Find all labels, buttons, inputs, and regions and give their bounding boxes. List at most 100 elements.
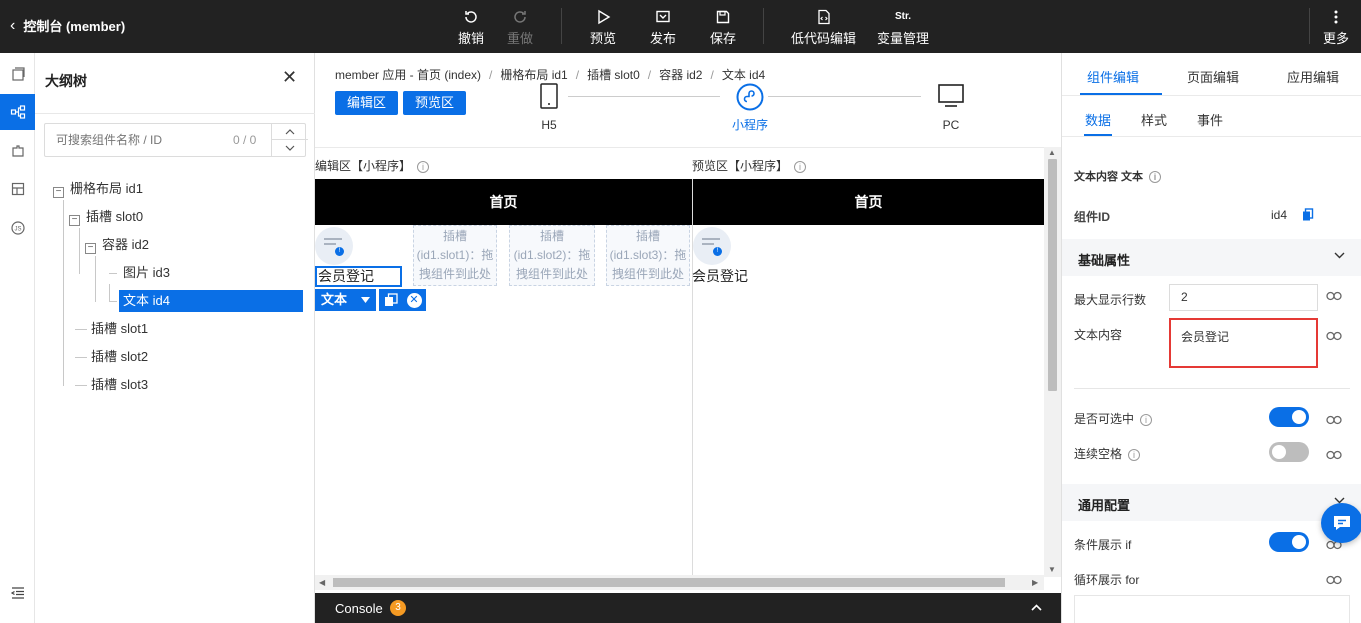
tree-guide-line [109, 273, 117, 274]
chevron-left-icon: ‹ [10, 16, 16, 34]
properties-panel: 组件编辑 页面编辑 应用编辑 数据 样式 事件 文本内容 文本 i 组件ID id… [1061, 53, 1361, 623]
link-icon[interactable] [1326, 573, 1342, 588]
component-id-label: 组件ID [1074, 210, 1111, 224]
publish-button[interactable]: 发布 [650, 6, 676, 47]
image-placeholder-icon[interactable]: ! [315, 227, 353, 265]
variable-manager-button[interactable]: Str. 变量管理 [877, 6, 929, 47]
breadcrumb-item[interactable]: 栅格布局 id1 [500, 68, 567, 82]
info-icon[interactable]: i [794, 161, 807, 173]
copy-icon[interactable] [1302, 208, 1314, 224]
collapse-toggle-icon[interactable]: − [85, 243, 96, 254]
device-label: H5 [541, 118, 557, 132]
info-icon[interactable]: i [1128, 449, 1141, 461]
redo-button[interactable]: 重做 [507, 6, 533, 47]
breadcrumb-item[interactable]: 插槽 slot0 [587, 68, 640, 82]
tree-node-label: 插槽 slot1 [91, 321, 149, 336]
toolbar-divider [763, 8, 764, 44]
tab-component-edit[interactable]: 组件编辑 [1087, 67, 1139, 86]
console-toggle-label[interactable]: Console [335, 601, 383, 616]
preview-area-button[interactable]: 预览区 [403, 91, 467, 115]
slot-dropzone-3[interactable]: 插槽 (id1.slot3)：拖 拽组件到此处 [606, 225, 690, 286]
component-type-dropdown[interactable]: 文本 [315, 289, 376, 311]
delete-component-icon[interactable]: ✕ [406, 292, 422, 308]
preview-button[interactable]: 预览 [590, 6, 616, 47]
vertical-scrollbar[interactable]: ▲ ▼ [1044, 147, 1061, 577]
text-content-textarea[interactable]: 会员登记 [1169, 318, 1318, 368]
breadcrumb-item[interactable]: 文本 id4 [722, 68, 765, 82]
selectable-toggle[interactable] [1269, 407, 1309, 427]
device-miniprogram[interactable]: 小程序 [725, 83, 775, 133]
lowcode-edit-button[interactable]: 低代码编辑 [791, 6, 856, 47]
top-toolbar: ‹ 控制台 (member) 撤销 重做 预览 发布 保存 低代码编辑 Str.… [0, 0, 1361, 53]
more-menu-button[interactable]: 更多 [1323, 6, 1349, 47]
link-icon[interactable] [1326, 289, 1342, 304]
conditional-if-toggle[interactable] [1269, 532, 1309, 552]
info-icon[interactable]: i [1149, 171, 1162, 183]
more-label: 更多 [1323, 31, 1350, 46]
undo-button[interactable]: 撤销 [458, 6, 484, 47]
slot-dropzone-2[interactable]: 插槽 (id1.slot2)：拖 拽组件到此处 [509, 225, 595, 286]
subtab-event[interactable]: 事件 [1197, 110, 1223, 129]
tree-node-slot2[interactable]: 插槽 slot2 [91, 346, 148, 368]
close-icon[interactable]: ✕ [282, 67, 297, 88]
horizontal-scrollbar[interactable]: ◀ ▶ [315, 575, 1044, 590]
tree-node-grid-id1[interactable]: − 栅格布局 id1 [53, 178, 143, 200]
chevron-down-icon[interactable] [1334, 247, 1345, 262]
chevron-up-icon[interactable] [1031, 600, 1042, 614]
copy-component-icon[interactable] [384, 293, 398, 307]
max-lines-input[interactable]: 2 [1169, 284, 1318, 311]
continuous-spaces-toggle[interactable] [1269, 442, 1309, 462]
basic-properties-section[interactable]: 基础属性 [1062, 239, 1361, 276]
js-script-icon[interactable]: JS [0, 210, 35, 246]
tree-guide-line [63, 200, 64, 386]
common-config-section[interactable]: 通用配置 [1062, 484, 1361, 521]
components-icon[interactable] [0, 133, 35, 169]
collapse-menu-icon[interactable] [0, 575, 35, 611]
scroll-right-icon[interactable]: ▶ [1032, 578, 1038, 587]
tree-node-slot1[interactable]: 插槽 slot1 [91, 318, 148, 340]
tab-page-edit[interactable]: 页面编辑 [1187, 67, 1239, 86]
chevron-up-icon[interactable] [272, 124, 308, 140]
component-search-input[interactable] [45, 124, 225, 156]
device-label: PC [942, 118, 960, 132]
tree-node-image-id3[interactable]: 图片 id3 [123, 262, 170, 284]
data-source-icon[interactable] [0, 171, 35, 207]
info-icon[interactable]: i [1140, 414, 1153, 426]
collapse-toggle-icon[interactable]: − [69, 215, 80, 226]
link-icon[interactable] [1326, 413, 1342, 428]
link-icon[interactable] [1326, 329, 1342, 344]
scroll-thumb[interactable] [333, 578, 1005, 587]
loop-for-editor[interactable] [1074, 595, 1350, 623]
tab-app-edit[interactable]: 应用编辑 [1287, 67, 1339, 86]
pages-icon[interactable] [0, 56, 35, 92]
chat-support-button[interactable] [1321, 503, 1361, 543]
breadcrumb-item[interactable]: 容器 id2 [659, 68, 702, 82]
tree-node-label: 容器 id2 [102, 237, 149, 252]
collapse-toggle-icon[interactable]: − [53, 187, 64, 198]
device-h5[interactable]: H5 [538, 83, 560, 132]
toolbar-divider [1309, 8, 1310, 44]
subtab-style[interactable]: 样式 [1141, 110, 1167, 129]
info-icon[interactable]: i [417, 161, 430, 173]
save-label: 保存 [710, 31, 737, 46]
tree-guide-line [109, 284, 110, 302]
link-icon[interactable] [1326, 448, 1342, 463]
edit-area-button[interactable]: 编辑区 [335, 91, 399, 115]
tree-node-slot0[interactable]: − 插槽 slot0 [69, 206, 143, 228]
scroll-thumb[interactable] [1048, 159, 1057, 391]
tree-node-container-id2[interactable]: − 容器 id2 [85, 234, 149, 256]
slot-dropzone-1[interactable]: 插槽 (id1.slot1)：拖 拽组件到此处 [413, 225, 497, 286]
breadcrumb-item[interactable]: member 应用 - 首页 (index) [335, 68, 481, 82]
device-pc[interactable]: PC [935, 83, 967, 132]
scroll-left-icon[interactable]: ◀ [319, 578, 325, 587]
outline-tree-icon[interactable] [0, 94, 35, 130]
tree-node-text-id4[interactable]: 文本 id4 [119, 290, 303, 312]
scroll-up-icon[interactable]: ▲ [1048, 148, 1056, 157]
chevron-down-icon[interactable] [272, 140, 308, 156]
back-to-console-button[interactable]: ‹ 控制台 (member) [10, 16, 125, 35]
scroll-down-icon[interactable]: ▼ [1048, 565, 1056, 574]
subtab-data[interactable]: 数据 [1085, 110, 1111, 129]
save-button[interactable]: 保存 [710, 6, 736, 47]
tree-node-slot3[interactable]: 插槽 slot3 [91, 374, 148, 396]
selected-text-component[interactable]: 会员登记 [315, 266, 402, 287]
